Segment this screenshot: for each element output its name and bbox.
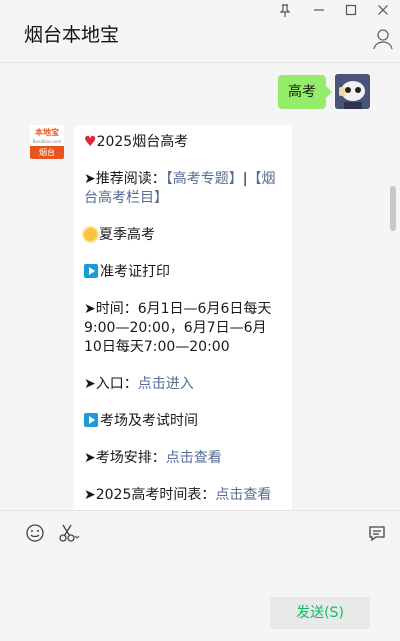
- my-avatar[interactable]: [335, 74, 370, 109]
- user-profile-icon[interactable]: [372, 28, 394, 50]
- arrange-link[interactable]: 点击查看: [166, 450, 222, 466]
- entry-link[interactable]: 点击进入: [138, 376, 194, 392]
- maximize-icon[interactable]: [341, 4, 361, 22]
- summer-heading: 夏季高考: [84, 226, 282, 245]
- message-title: 2025烟台高考: [96, 134, 189, 150]
- send-button[interactable]: 发送(S): [270, 597, 370, 629]
- screenshot-scissors-icon[interactable]: [58, 523, 80, 543]
- venue-heading-text: 考场及考试时间: [100, 413, 198, 429]
- print-heading-text: 准考证打印: [100, 264, 170, 280]
- schedule-link[interactable]: 点击查看: [215, 487, 271, 503]
- pin-icon[interactable]: [275, 4, 295, 22]
- venue-heading: 考场及考试时间: [84, 412, 282, 431]
- play-icon: [84, 264, 98, 278]
- entry-prefix: ➤入口：: [84, 376, 138, 392]
- input-area[interactable]: 发送(S): [0, 510, 400, 641]
- title-bar: 烟台本地宝: [0, 0, 400, 63]
- chat-history-icon[interactable]: [367, 523, 387, 543]
- emoji-icon[interactable]: [25, 523, 45, 543]
- account-avatar[interactable]: 本地宝 Bendibao.com 烟台: [30, 125, 64, 159]
- heart-icon: ♥: [84, 134, 97, 150]
- chat-area[interactable]: 高考 本地宝 Bendibao.com 烟台 ♥2025烟台高考 ➤推荐阅读：【…: [0, 63, 400, 510]
- recommend-line: ➤推荐阅读：【高考专题】|【烟台高考栏目】: [84, 170, 282, 208]
- account-logo-text: 本地宝: [35, 128, 59, 137]
- sun-icon: [84, 228, 97, 241]
- chat-title: 烟台本地宝: [24, 24, 120, 46]
- incoming-message-bubble[interactable]: ♥2025烟台高考 ➤推荐阅读：【高考专题】|【烟台高考栏目】 夏季高考 准考证…: [74, 125, 292, 510]
- outgoing-message-bubble[interactable]: 高考: [278, 75, 332, 109]
- outgoing-message-text: 高考: [288, 84, 316, 100]
- schedule-line: ➤2025高考时间表：点击查看: [84, 486, 282, 505]
- print-heading: 准考证打印: [84, 263, 282, 282]
- play-icon: [84, 413, 98, 427]
- chat-scrollbar[interactable]: [390, 186, 396, 231]
- minimize-icon[interactable]: [309, 4, 329, 22]
- entry-line: ➤入口：点击进入: [84, 375, 282, 394]
- close-icon[interactable]: [373, 4, 393, 22]
- account-logo-city: 烟台: [30, 146, 64, 159]
- arrange-line: ➤考场安排：点击查看: [84, 449, 282, 468]
- schedule-prefix: ➤2025高考时间表：: [84, 487, 216, 503]
- account-logo-sub: Bendibao.com: [32, 139, 62, 144]
- arrange-prefix: ➤考场安排：: [84, 450, 166, 466]
- gaokao-topic-link[interactable]: 【高考专题】: [166, 171, 243, 187]
- time-info: ➤时间：6月1日—6月6日每天9:00—20:00，6月7日—6月10日每天7:…: [84, 301, 272, 355]
- message-title-line: ♥2025烟台高考: [84, 133, 282, 152]
- recommend-prefix: ➤推荐阅读：: [84, 171, 166, 187]
- summer-heading-text: 夏季高考: [99, 227, 155, 243]
